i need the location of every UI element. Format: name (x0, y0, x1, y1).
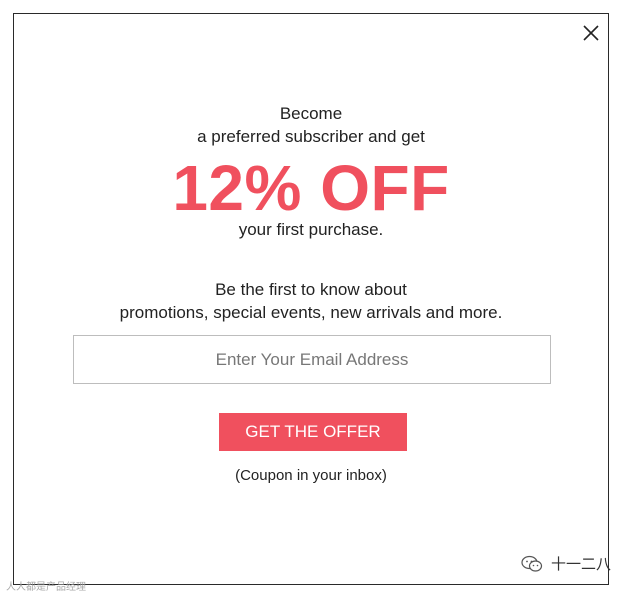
email-field[interactable] (74, 336, 550, 383)
coupon-note: (Coupon in your inbox) (235, 467, 387, 484)
watermark-text: 十一二八 (550, 555, 611, 573)
subscribe-popup: Become a preferred subscriber and get 12… (13, 13, 609, 585)
promotions-text: promotions, special events, new arrivals… (119, 303, 503, 322)
discount-headline: 12% OFF (172, 152, 450, 224)
first-purchase-text: your first purchase. (238, 220, 384, 239)
preferred-subscriber-text: a preferred subscriber and get (197, 127, 425, 146)
close-icon (583, 25, 599, 41)
close-button[interactable] (580, 22, 602, 44)
email-field-container (73, 335, 551, 384)
wechat-icon (521, 555, 543, 572)
be-first-text: Be the first to know about (215, 280, 407, 299)
watermark-logo: 人人都是产品经理 (6, 582, 86, 593)
watermark-badge: 十一二八 (521, 553, 611, 574)
get-offer-button[interactable]: GET THE OFFER (219, 413, 407, 451)
become-text: Become (279, 104, 343, 123)
